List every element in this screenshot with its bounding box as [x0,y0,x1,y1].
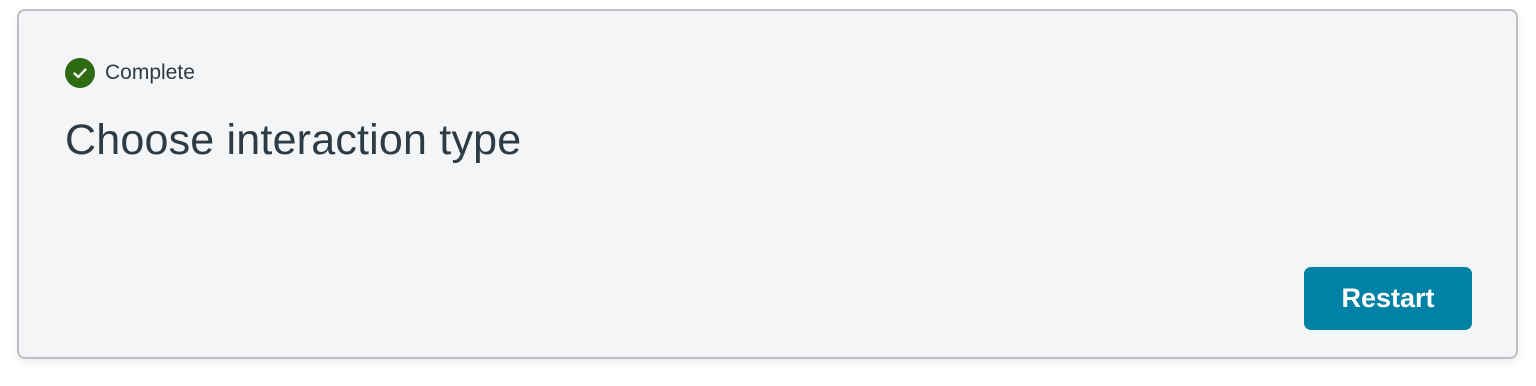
page-title: Choose interaction type [65,116,522,164]
interaction-card: Complete Choose interaction type Restart [17,9,1518,359]
status-indicator: Complete [65,58,195,88]
check-circle-icon [65,58,95,88]
status-label: Complete [105,61,195,84]
restart-button[interactable]: Restart [1304,267,1472,330]
